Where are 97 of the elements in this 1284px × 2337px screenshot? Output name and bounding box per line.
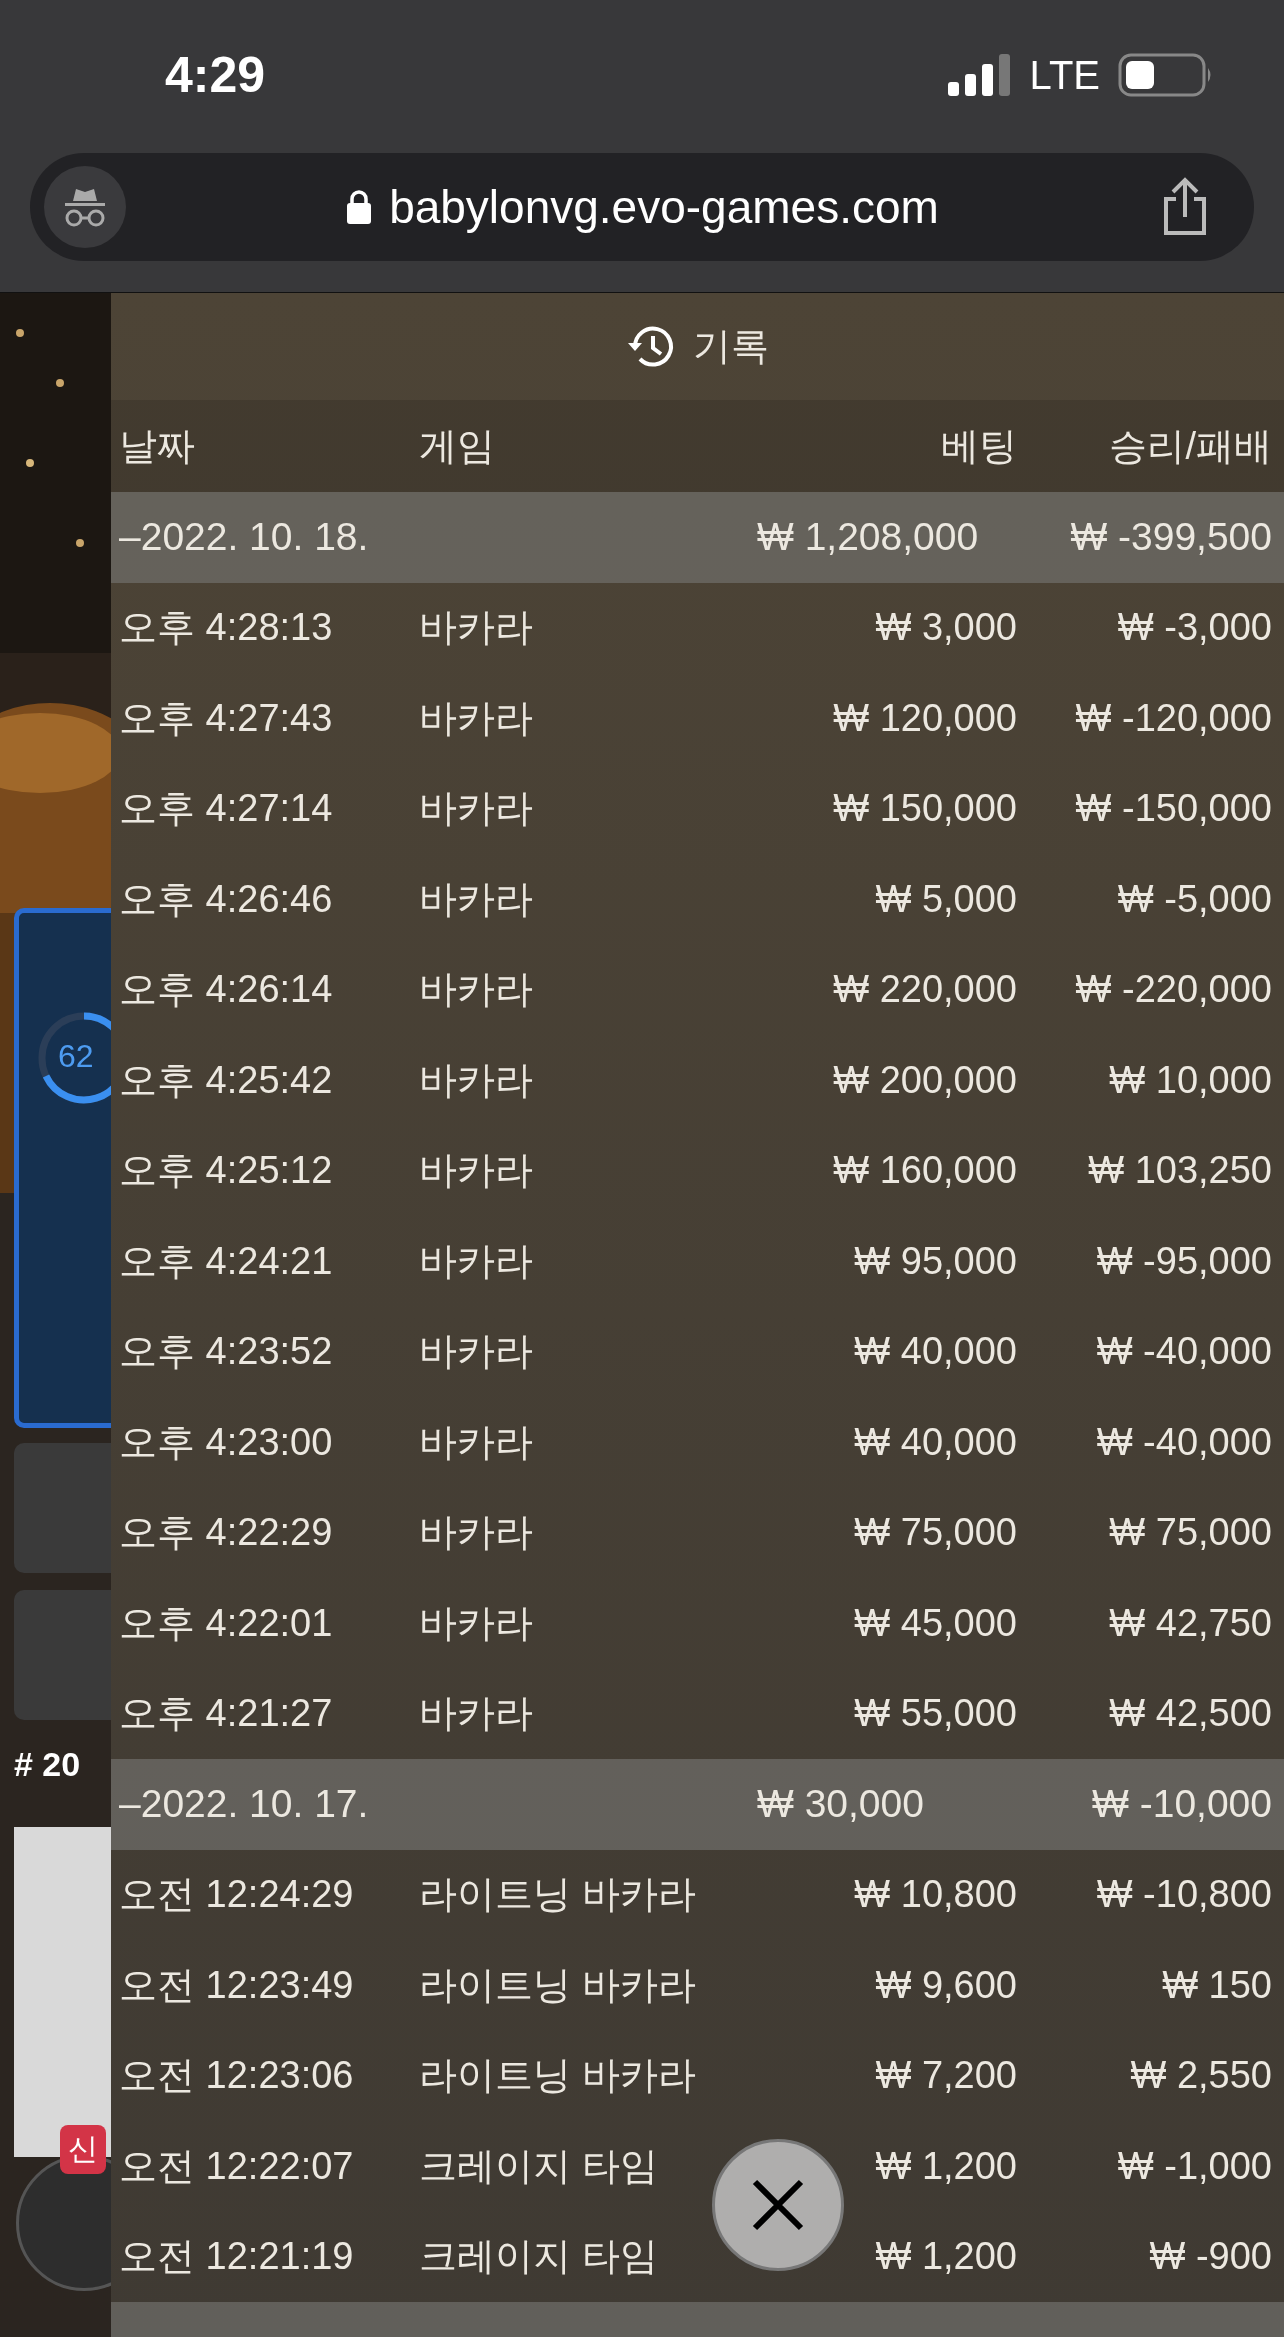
bet-time: 오후 4:21:27	[119, 1691, 334, 1737]
url-text[interactable]: babylonvg.evo-games.com	[389, 180, 939, 234]
address-bar[interactable]: babylonvg.evo-games.com	[30, 153, 1254, 261]
group-result-total: ₩ -10,000	[1091, 1782, 1272, 1827]
bet-amount: ₩ 40,000	[853, 1330, 1017, 1374]
network-label: LTE	[1029, 52, 1100, 98]
date-group-row[interactable]: –2022. 10. 17. ₩ 30,000 ₩ -10,000	[111, 1759, 1284, 1850]
game-name: 바카라	[419, 1329, 534, 1375]
column-header: 베팅	[940, 423, 1017, 469]
result-amount: ₩ -900	[1148, 2235, 1272, 2279]
result-amount: ₩ -40,000	[1095, 1330, 1272, 1374]
incognito-button[interactable]	[44, 166, 126, 248]
game-name: 바카라	[419, 695, 534, 741]
game-name: 바카라	[419, 1238, 534, 1284]
bet-amount: ₩ 3,000	[874, 606, 1017, 650]
game-name: 라이트닝 바카라	[419, 1872, 697, 1918]
new-badge: 신	[60, 2125, 106, 2174]
game-name: 바카라	[419, 605, 534, 651]
panel-title: 기록	[692, 324, 769, 369]
column-header: 날짜	[119, 423, 196, 469]
result-amount: ₩ 10,000	[1108, 1058, 1272, 1102]
result-amount: ₩ -5,000	[1116, 877, 1272, 921]
bet-time: 오후 4:24:21	[119, 1238, 334, 1284]
game-name: 크레이지 타임	[419, 2143, 659, 2189]
bet-time: 오후 4:23:00	[119, 1419, 334, 1465]
bet-amount: ₩ 1,200	[874, 2144, 1017, 2188]
result-amount: ₩ -1,000	[1116, 2144, 1272, 2188]
game-name: 바카라	[419, 967, 534, 1013]
bet-amount: ₩ 160,000	[832, 1149, 1017, 1193]
status-time: 4:29	[165, 46, 267, 104]
game-name: 바카라	[419, 1691, 534, 1737]
meter-percent: 62	[58, 1038, 94, 1075]
bet-time: 오후 4:28:13	[119, 605, 334, 651]
incognito-icon	[63, 187, 107, 227]
date-group-row[interactable]: –2022. 10. 18. ₩ 1,208,000 ₩ -399,500	[111, 492, 1284, 583]
result-amount: ₩ 42,750	[1108, 1601, 1272, 1645]
group-bet-total: ₩ 1,208,000	[757, 515, 980, 560]
game-name: 바카라	[419, 1600, 534, 1646]
game-name: 바카라	[419, 1419, 534, 1465]
bet-amount: ₩ 40,000	[853, 1420, 1017, 1464]
game-name: 바카라	[419, 1510, 534, 1556]
bet-time: 오후 4:23:52	[119, 1329, 334, 1375]
bet-amount: ₩ 45,000	[853, 1601, 1017, 1645]
bet-amount: ₩ 1,200	[874, 2235, 1017, 2279]
lock-icon	[347, 190, 372, 224]
result-amount: ₩ -10,800	[1095, 1873, 1272, 1917]
bet-amount: ₩ 7,200	[874, 2054, 1017, 2098]
group-date: –2022. 10. 18.	[119, 515, 370, 560]
game-name: 라이트닝 바카라	[419, 1962, 697, 2008]
bet-time: 오후 4:25:12	[119, 1148, 334, 1194]
round-number: # 20	[14, 1745, 81, 1784]
bet-amount: ₩ 10,800	[853, 1873, 1017, 1917]
game-name: 바카라	[419, 1148, 534, 1194]
game-name: 라이트닝 바카라	[419, 2053, 697, 2099]
bet-time: 오전 12:23:49	[119, 1962, 355, 2008]
game-name: 바카라	[419, 786, 534, 832]
bet-amount: ₩ 200,000	[832, 1058, 1017, 1102]
signal-icon	[947, 54, 1012, 96]
group-date: –2022. 10. 17.	[119, 1782, 370, 1827]
bet-time: 오후 4:22:01	[119, 1600, 334, 1646]
bet-amount: ₩ 5,000	[874, 877, 1017, 921]
group-result-total: ₩ -399,500	[1069, 515, 1272, 560]
result-amount: ₩ 103,250	[1087, 1149, 1272, 1193]
group-bet-total: ₩ 30,000	[757, 1782, 925, 1827]
result-amount: ₩ 42,500	[1108, 1692, 1272, 1736]
bet-amount: ₩ 9,600	[874, 1963, 1017, 2007]
bet-time: 오전 12:21:19	[119, 2234, 355, 2280]
column-header: 게임	[419, 423, 496, 469]
column-header: 승리/패배	[1108, 423, 1272, 469]
game-name: 바카라	[419, 1057, 534, 1103]
bet-time: 오후 4:27:43	[119, 695, 334, 741]
result-amount: ₩ -120,000	[1074, 696, 1272, 740]
bet-amount: ₩ 95,000	[853, 1239, 1017, 1283]
bet-amount: ₩ 220,000	[832, 968, 1017, 1012]
result-amount: ₩ 150	[1161, 1963, 1272, 2007]
result-amount: ₩ 2,550	[1129, 2054, 1272, 2098]
close-icon	[752, 2179, 804, 2231]
result-amount: ₩ 75,000	[1108, 1511, 1272, 1555]
game-name: 크레이지 타임	[419, 2234, 659, 2280]
bet-time: 오후 4:22:29	[119, 1510, 334, 1556]
bet-time: 오전 12:23:06	[119, 2053, 355, 2099]
bet-amount: ₩ 55,000	[853, 1692, 1017, 1736]
bet-time: 오후 4:26:46	[119, 876, 334, 922]
bet-time: 오전 12:24:29	[119, 1872, 355, 1918]
bet-time: 오후 4:27:14	[119, 786, 334, 832]
result-amount: ₩ -150,000	[1074, 787, 1272, 831]
bet-time: 오후 4:25:42	[119, 1057, 334, 1103]
game-name: 바카라	[419, 876, 534, 922]
bet-time: 오전 12:22:07	[119, 2143, 355, 2189]
bet-amount: ₩ 120,000	[832, 696, 1017, 740]
result-amount: ₩ -3,000	[1116, 606, 1272, 650]
bet-time: 오후 4:26:14	[119, 967, 334, 1013]
result-amount: ₩ -40,000	[1095, 1420, 1272, 1464]
bet-amount: ₩ 75,000	[853, 1511, 1017, 1555]
bet-amount: ₩ 150,000	[832, 787, 1017, 831]
result-amount: ₩ -220,000	[1074, 968, 1272, 1012]
result-amount: ₩ -95,000	[1095, 1239, 1272, 1283]
